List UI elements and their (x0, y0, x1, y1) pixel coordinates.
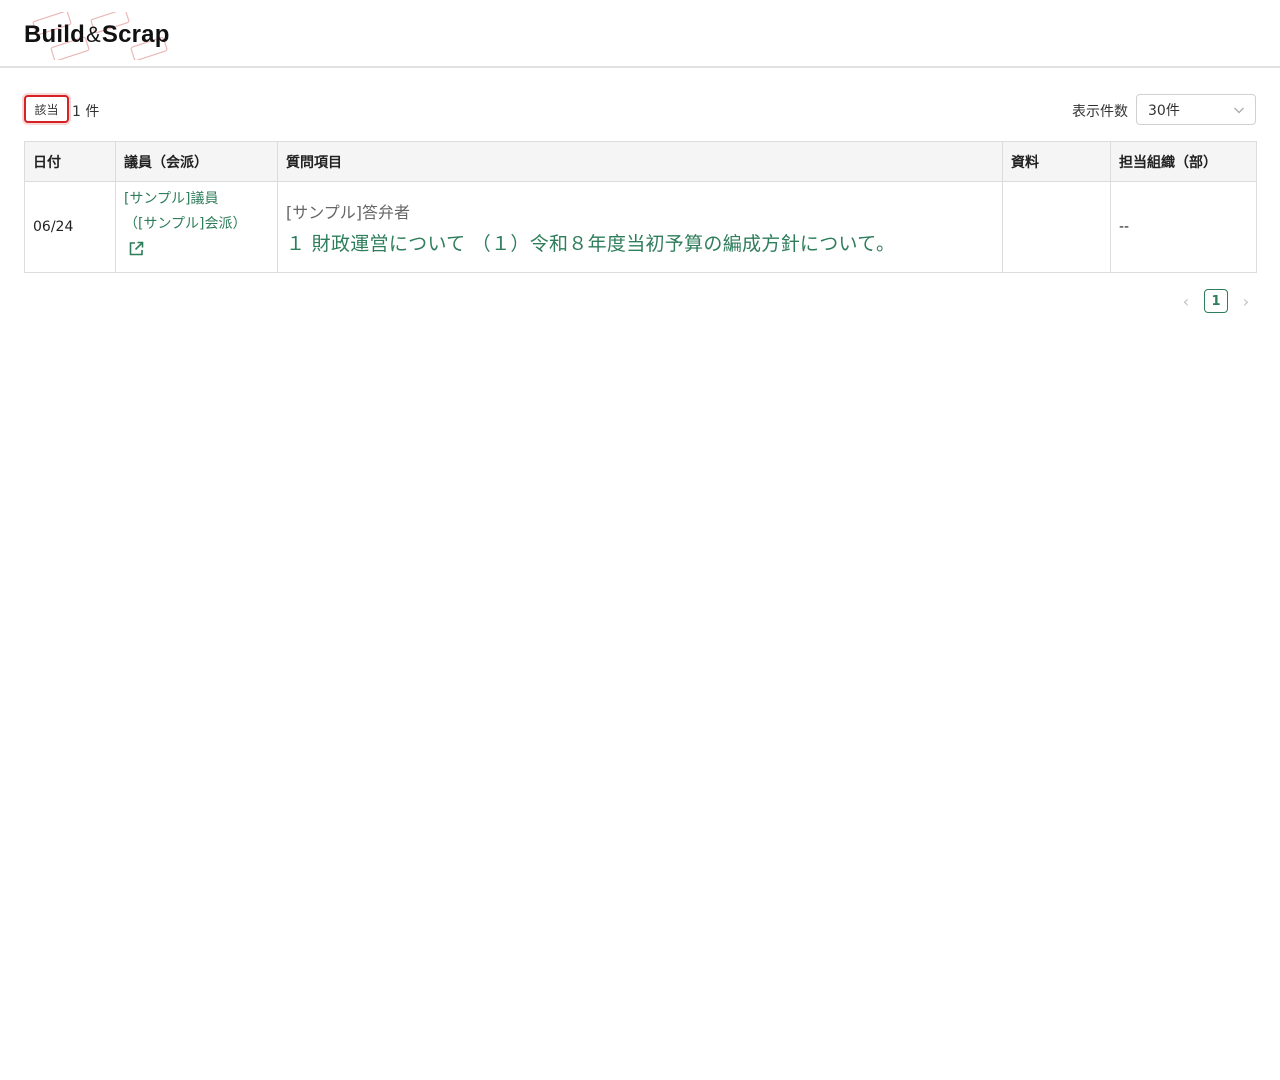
per-page-selected-value: 30件 (1148, 102, 1180, 119)
cell-material (1002, 181, 1111, 273)
answerer-name: [サンプル]答弁者 (286, 202, 411, 222)
pagination: ‹ 1 › (1176, 289, 1256, 313)
per-page-select[interactable]: 30件 (1136, 94, 1256, 125)
external-link-icon[interactable] (127, 240, 145, 258)
column-header-question: 質問項目 (277, 141, 1003, 182)
results-table: 日付 議員（会派） 質問項目 資料 担当組織（部） 06/24 [サンプル]議員… (24, 141, 1257, 273)
cell-date: 06/24 (24, 181, 116, 273)
column-header-date: 日付 (24, 141, 116, 182)
table-row: 06/24 [サンプル]議員 （[サンプル]会派） [サンプル]答弁者 １ 財政… (24, 181, 1257, 273)
column-header-material: 資料 (1002, 141, 1111, 182)
results-toolbar: 該当 1 件 表示件数 30件 (24, 94, 1256, 126)
member-faction-link[interactable]: （[サンプル]会派） (124, 212, 269, 237)
table-header-row: 日付 議員（会派） 質問項目 資料 担当組織（部） (24, 141, 1257, 182)
per-page-label: 表示件数 (1072, 104, 1128, 120)
question-title-link[interactable]: １ 財政運営について （１）令和８年度当初予算の編成方針について。 (286, 229, 994, 256)
prev-page-button[interactable]: ‹ (1176, 289, 1196, 313)
page-button-current[interactable]: 1 (1204, 289, 1228, 313)
column-header-member: 議員（会派） (115, 141, 278, 182)
app-logo[interactable]: Build&Scrap (24, 12, 170, 60)
app-header: Build&Scrap (0, 0, 1280, 68)
logo-text: Build&Scrap (24, 21, 170, 48)
next-page-button[interactable]: › (1236, 289, 1256, 313)
member-name-link[interactable]: [サンプル]議員 (124, 187, 269, 212)
cell-member: [サンプル]議員 （[サンプル]会派） (115, 181, 278, 273)
chevron-down-icon (1234, 107, 1244, 114)
result-count: 1 件 (72, 104, 100, 120)
column-header-department: 担当組織（部） (1110, 141, 1257, 182)
cell-department: -- (1110, 181, 1257, 273)
count-tag: 該当 (24, 95, 69, 123)
cell-question: [サンプル]答弁者 １ 財政運営について （１）令和８年度当初予算の編成方針につ… (277, 181, 1003, 273)
